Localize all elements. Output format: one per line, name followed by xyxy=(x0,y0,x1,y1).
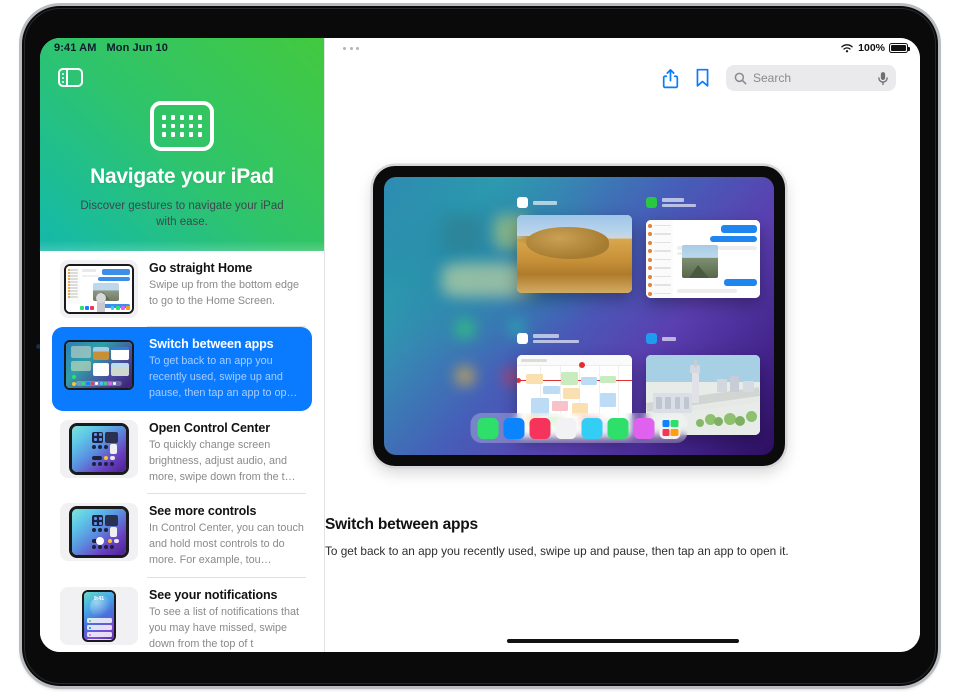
mail-card-header xyxy=(646,197,696,208)
toolbar: Search xyxy=(325,58,920,98)
mail-app-card[interactable] xyxy=(646,220,760,298)
sidebar-toggle-icon[interactable] xyxy=(58,68,83,87)
sidebar-item-title: See more controls xyxy=(149,504,257,519)
microphone-icon[interactable] xyxy=(877,71,889,86)
sidebar-item-open-control-center[interactable]: Open Control Center To quickly change sc… xyxy=(52,411,312,495)
page-title: Navigate your iPad xyxy=(90,165,274,188)
status-date: Mon Jun 10 xyxy=(106,42,168,54)
illustration-dock[interactable] xyxy=(470,413,688,443)
sidebar-item-desc: To see a list of notifications that you … xyxy=(149,606,300,651)
photos-app-card[interactable] xyxy=(517,215,632,293)
photos-card-header xyxy=(517,197,557,208)
blurred-app-icon xyxy=(442,215,482,251)
app-library-icon[interactable] xyxy=(659,417,681,439)
sidebar-item-desc: Swipe up from the bottom edge to go to t… xyxy=(149,278,300,307)
dock-app-icon[interactable] xyxy=(555,417,577,439)
status-bar-left: 9:41 AM Mon Jun 10 xyxy=(40,38,324,58)
sidebar-toggle-row xyxy=(40,58,324,97)
ipad-screen: 9:41 AM Mon Jun 10 Navigate your iPad Di… xyxy=(40,38,920,652)
sidebar-item-title: Open Control Center xyxy=(149,420,271,435)
main-content: 100% Search Switch between apps To get b… xyxy=(325,38,920,652)
ipad-device-frame: 9:41 AM Mon Jun 10 Navigate your iPad Di… xyxy=(22,6,938,686)
status-bar-right: 100% xyxy=(325,38,920,58)
app-switcher-thumbnail xyxy=(60,336,138,394)
sidebar-item-desc: In Control Center, you can touch and hol… xyxy=(149,522,304,567)
dock-app-icon[interactable] xyxy=(581,417,603,439)
dock-app-icon[interactable] xyxy=(477,417,499,439)
home-indicator[interactable] xyxy=(506,638,739,643)
battery-full-icon xyxy=(889,43,910,53)
wifi-icon xyxy=(841,43,853,52)
battery-percent: 100% xyxy=(858,42,885,54)
app-switcher-illustration xyxy=(373,166,785,466)
share-icon[interactable] xyxy=(662,68,679,89)
sidebar: 9:41 AM Mon Jun 10 Navigate your iPad Di… xyxy=(40,38,325,652)
sidebar-item-see-your-notifications[interactable]: 9:41 See your notifications To see a lis… xyxy=(52,578,312,652)
blurred-app-icon xyxy=(456,367,474,385)
main-body: Switch between apps To get back to an ap… xyxy=(325,98,920,652)
caption-title: Switch between apps xyxy=(325,516,478,533)
status-time: 9:41 AM xyxy=(54,42,97,54)
dock-app-icon[interactable] xyxy=(503,417,525,439)
search-input[interactable]: Search xyxy=(726,65,896,91)
sidebar-item-title: Switch between apps xyxy=(149,336,274,351)
blurred-app-icon xyxy=(456,320,474,338)
illustration-ipad-screen xyxy=(384,177,774,455)
sidebar-item-title: See your notifications xyxy=(149,588,278,603)
calendar-card-header xyxy=(517,333,579,344)
dock-app-icon[interactable] xyxy=(529,417,551,439)
maps-card-header xyxy=(646,333,676,344)
sidebar-item-switch-between-apps[interactable]: Switch between apps To get back to an ap… xyxy=(52,326,312,411)
grid-keyboard-icon xyxy=(150,101,214,151)
control-center-thumbnail xyxy=(60,419,138,478)
status-indicators: 100% xyxy=(840,42,910,54)
home-screen-thumbnail xyxy=(60,259,138,318)
page-subtitle: Discover gestures to navigate your iPad … xyxy=(80,200,284,229)
dock-app-icon[interactable] xyxy=(633,417,655,439)
dock-app-icon[interactable] xyxy=(607,417,629,439)
search-placeholder: Search xyxy=(753,71,792,85)
control-center-thumbnail xyxy=(60,503,138,562)
multitasking-dots-icon[interactable] xyxy=(343,46,359,50)
lockscreen-time: 9:41 xyxy=(93,596,104,603)
search-icon xyxy=(734,72,747,84)
sidebar-hero: Navigate your iPad Discover gestures to … xyxy=(40,97,324,251)
sidebar-item-desc: To quickly change screen brightness, adj… xyxy=(149,438,296,483)
notifications-thumbnail: 9:41 xyxy=(60,587,138,646)
bookmark-icon[interactable] xyxy=(695,68,710,88)
caption-description: To get back to an app you recently used,… xyxy=(325,544,789,558)
sidebar-item-title: Go straight Home xyxy=(149,260,253,275)
sidebar-item-go-straight-home[interactable]: Go straight Home Swipe up from the botto… xyxy=(52,251,312,327)
illustration-ipad-frame xyxy=(373,166,785,466)
sidebar-item-desc: To get back to an app you recently used,… xyxy=(149,354,298,399)
sidebar-item-see-more-controls[interactable]: See more controls In Control Center, you… xyxy=(52,494,312,579)
sidebar-list[interactable]: Go straight Home Swipe up from the botto… xyxy=(40,250,324,652)
caption: Switch between apps To get back to an ap… xyxy=(325,516,813,560)
